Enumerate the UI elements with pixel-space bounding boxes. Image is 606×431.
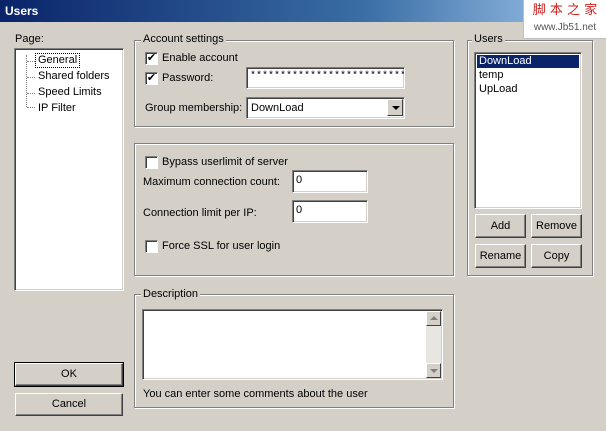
add-user-button[interactable]: Add — [475, 214, 526, 238]
tree-item-shared-folders[interactable]: Shared folders — [38, 70, 110, 83]
password-label: Password: — [162, 72, 214, 84]
users-label: Users — [472, 33, 505, 46]
password-field[interactable]: **************************** — [246, 67, 405, 89]
bypass-userlimit-label: Bypass userlimit of server — [162, 156, 288, 168]
account-settings-label: Account settings — [141, 33, 226, 46]
watermark: 脚 本 之 家 www.Jb51.net — [523, 0, 606, 39]
enable-account-checkbox[interactable]: ✔ — [145, 52, 158, 65]
connection-per-ip-label: Connection limit per IP: — [143, 207, 257, 219]
page-tree[interactable]: General Shared folders Speed Limits IP F… — [14, 48, 124, 291]
scroll-down-icon[interactable] — [426, 363, 441, 378]
copy-user-button[interactable]: Copy — [531, 244, 582, 268]
remove-user-button[interactable]: Remove — [531, 214, 582, 238]
tree-item-ip-filter[interactable]: IP Filter — [38, 102, 76, 115]
force-ssl-checkbox[interactable] — [145, 240, 158, 253]
ok-button[interactable]: OK — [14, 362, 124, 387]
password-checkbox[interactable]: ✔ — [145, 72, 158, 85]
scroll-up-icon[interactable] — [426, 311, 441, 326]
description-label: Description — [141, 288, 201, 301]
tree-connector — [26, 55, 27, 107]
tree-branch — [27, 107, 35, 108]
max-connection-input[interactable]: 0 — [292, 170, 368, 193]
watermark-line1: 脚 本 之 家 — [532, 3, 598, 18]
connection-per-ip-input[interactable]: 0 — [292, 200, 368, 223]
cancel-button[interactable]: Cancel — [15, 393, 123, 416]
tree-item-general[interactable]: General — [34, 53, 81, 68]
watermark-line2: www.Jb51.net — [533, 22, 597, 33]
user-item-upload[interactable]: UpLoad — [479, 83, 518, 96]
user-item-temp[interactable]: temp — [479, 69, 503, 82]
force-ssl-label: Force SSL for user login — [162, 240, 281, 252]
checkmark-icon: ✔ — [146, 72, 157, 84]
group-membership-label: Group membership: — [145, 102, 243, 114]
description-textarea[interactable] — [142, 309, 443, 380]
group-membership-dropdown[interactable]: DownLoad — [246, 97, 405, 119]
description-hint: You can enter some comments about the us… — [143, 388, 368, 400]
enable-account-label: Enable account — [162, 52, 238, 64]
group-membership-value: DownLoad — [251, 102, 304, 114]
window-title: Users — [5, 4, 39, 18]
max-connection-label: Maximum connection count: — [143, 176, 280, 188]
checkmark-icon: ✔ — [146, 52, 157, 64]
tree-branch — [27, 61, 35, 62]
user-item-download[interactable]: DownLoad — [476, 54, 580, 69]
title-bar[interactable]: Users 脚 本 之 家 www.Jb51.net — [0, 0, 606, 39]
tree-branch — [27, 93, 35, 94]
bypass-userlimit-checkbox[interactable] — [145, 156, 158, 169]
users-list[interactable]: DownLoad temp UpLoad — [474, 52, 582, 209]
rename-user-button[interactable]: Rename — [475, 244, 526, 268]
page-label: Page: — [15, 33, 44, 45]
tree-branch — [27, 77, 35, 78]
description-scrollbar[interactable] — [426, 311, 441, 378]
tree-item-speed-limits[interactable]: Speed Limits — [38, 86, 102, 99]
chevron-down-icon[interactable] — [387, 99, 403, 116]
